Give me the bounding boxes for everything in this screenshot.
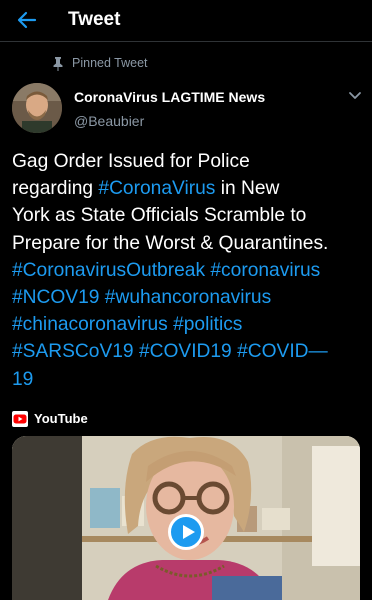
- pinned-label: Pinned Tweet: [72, 56, 148, 70]
- hashtag-link[interactable]: #NCOV19: [12, 287, 99, 308]
- tweet-line: Prepare for the Worst & Quarantines.: [12, 230, 364, 257]
- chevron-down-icon[interactable]: [348, 90, 362, 102]
- hashtag-link[interactable]: #COVID19: [139, 341, 232, 362]
- tweet-text-segment: Gag Order Issued for Police: [12, 151, 250, 172]
- hashtag-link[interactable]: #chinacoronavirus: [12, 314, 168, 335]
- play-icon[interactable]: [168, 514, 204, 550]
- video-card[interactable]: [12, 436, 360, 600]
- hashtag-link[interactable]: #COVID—: [237, 341, 328, 362]
- tweet-line: Gag Order Issued for Police: [12, 148, 364, 175]
- hashtag-link[interactable]: 19: [12, 369, 33, 390]
- youtube-icon: [12, 411, 28, 427]
- author-handle[interactable]: @Beaubier: [74, 113, 144, 129]
- avatar[interactable]: [12, 83, 62, 133]
- tweet-text: Gag Order Issued for Police regarding #Co…: [12, 148, 364, 393]
- top-bar: Tweet: [0, 0, 372, 42]
- arrow-left-icon[interactable]: [14, 8, 40, 32]
- tweet-line: #SARSCoV19 #COVID19 #COVID—: [12, 338, 364, 365]
- source-label: YouTube: [34, 411, 88, 426]
- hashtag-link[interactable]: #politics: [173, 314, 242, 335]
- tweet-line: #NCOV19 #wuhancoronavirus: [12, 284, 364, 311]
- hashtag-link[interactable]: #CoronaVirus: [98, 178, 215, 199]
- page-title: Tweet: [68, 9, 121, 30]
- hashtag-link[interactable]: #coronavirus: [210, 260, 320, 281]
- hashtag-link[interactable]: #CoronavirusOutbreak: [12, 260, 205, 281]
- tweet-text-segment: York as State Officials Scramble to: [12, 205, 307, 227]
- pin-icon: [53, 57, 63, 71]
- tweet-text-segment: in New: [215, 178, 280, 200]
- author-name[interactable]: CoronaVirus LAGTIME News: [74, 89, 265, 105]
- tweet-text-segment: regarding: [12, 178, 99, 200]
- tweet-text-segment: Prepare for the Worst & Quarantines.: [12, 232, 329, 254]
- hashtag-link[interactable]: #SARSCoV19: [12, 341, 134, 362]
- tweet-line: 19: [12, 366, 364, 393]
- tweet-line: #CoronavirusOutbreak #coronavirus: [12, 257, 364, 284]
- tweet-line: #chinacoronavirus #politics: [12, 311, 364, 338]
- tweet-line: York as State Officials Scramble to: [12, 202, 364, 229]
- tweet-line: regarding #CoronaVirus in New: [12, 175, 364, 202]
- hashtag-link[interactable]: #wuhancoronavirus: [105, 287, 271, 308]
